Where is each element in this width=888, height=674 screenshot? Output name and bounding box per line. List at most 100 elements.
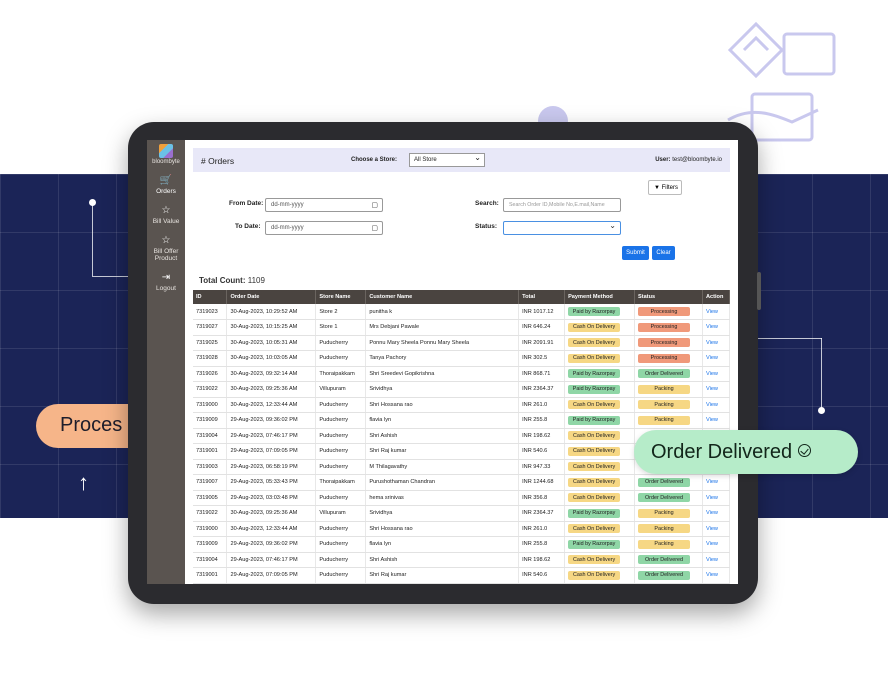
view-link[interactable]: View xyxy=(706,541,718,547)
payment-cell: Cash On Delivery xyxy=(564,428,635,444)
store-select[interactable]: All Store xyxy=(409,153,485,167)
sidebar-item-orders[interactable]: 🛒 Orders xyxy=(147,169,185,199)
connector-line-left xyxy=(92,204,93,276)
payment-badge: Cash On Delivery xyxy=(568,446,621,456)
status-badge: Packing xyxy=(638,539,690,549)
view-link[interactable]: View xyxy=(706,402,718,408)
status-badge: Packing xyxy=(638,415,690,425)
store-name: Store 1 xyxy=(315,319,367,336)
status-badge: Packing xyxy=(638,400,690,410)
order-total: INR 261.0 xyxy=(518,521,566,537)
connector-line-left-h xyxy=(92,276,130,277)
store-name: Puducherry xyxy=(315,443,367,460)
view-link[interactable]: View xyxy=(706,386,718,392)
view-link[interactable]: View xyxy=(706,572,718,578)
filter-icon: ▼ xyxy=(654,185,660,191)
column-header: Action xyxy=(702,290,731,304)
status-cell: Processing xyxy=(634,335,703,351)
payment-badge: Cash On Delivery xyxy=(568,524,621,534)
payment-badge: Paid by Razorpay xyxy=(568,384,621,394)
payment-cell: Cash On Delivery xyxy=(564,335,635,351)
status-cell: Order Delivered xyxy=(634,567,703,584)
status-cell: Packing xyxy=(634,521,703,537)
order-id: 7319026 xyxy=(193,366,228,382)
status-badge: Order Delivered xyxy=(638,369,690,379)
header-bar: # Orders Choose a Store: All Store User:… xyxy=(193,148,730,172)
order-id: 7319023 xyxy=(193,304,228,320)
order-date: 29-Aug-2023, 09:36:02 PM xyxy=(226,412,317,429)
sidebar-item-logout[interactable]: ⇥ Logout xyxy=(147,266,185,296)
payment-badge: Paid by Razorpay xyxy=(568,415,621,425)
payment-badge: Cash On Delivery xyxy=(568,570,621,580)
clear-button[interactable]: Clear xyxy=(652,246,675,260)
customer-name: Shri Raj kumar xyxy=(365,443,520,460)
order-total: INR 2364.37 xyxy=(518,381,566,398)
submit-button[interactable]: Submit xyxy=(622,246,649,260)
status-cell: Packing xyxy=(634,381,703,398)
store-select-value: All Store xyxy=(414,157,437,163)
view-link[interactable]: View xyxy=(706,309,718,315)
view-link[interactable]: View xyxy=(706,417,718,423)
payment-badge: Paid by Razorpay xyxy=(568,307,621,316)
total-count-label: Total Count: xyxy=(199,276,246,285)
action-cell: View xyxy=(702,412,731,429)
order-date: 30-Aug-2023, 09:25:36 AM xyxy=(226,505,317,522)
connector-line-right-v xyxy=(821,338,822,410)
status-badge: Processing xyxy=(638,322,690,332)
view-link[interactable]: View xyxy=(706,495,718,501)
search-label: Search: xyxy=(475,200,499,207)
store-name: Puducherry xyxy=(315,490,367,506)
check-circle-icon xyxy=(798,444,812,457)
view-link[interactable]: View xyxy=(706,324,718,330)
payment-badge: Cash On Delivery xyxy=(568,431,621,441)
from-date-input[interactable]: dd-mm-yyyy xyxy=(265,198,383,212)
column-header: Payment Method xyxy=(564,290,635,304)
payment-cell: Cash On Delivery xyxy=(564,490,635,506)
sidebar-item-bill-offer-product[interactable]: ☆ Bill Offer Product xyxy=(147,229,185,266)
payment-cell: Cash On Delivery xyxy=(564,397,635,413)
customer-name: Shri Raj kumar xyxy=(365,567,520,584)
order-total: INR 302.5 xyxy=(518,350,566,367)
view-link[interactable]: View xyxy=(706,557,718,563)
view-link[interactable]: View xyxy=(706,340,718,346)
status-select[interactable] xyxy=(503,221,621,235)
store-name: Villupuram xyxy=(315,505,367,522)
order-total: INR 255.8 xyxy=(518,536,566,553)
user-label: User: xyxy=(655,157,671,163)
view-link[interactable]: View xyxy=(706,371,718,377)
status-cell: Packing xyxy=(634,412,703,429)
table-row: 7319000 30-Aug-2023, 12:33:44 AM Puducherr… xyxy=(193,521,731,537)
table-row: 7319001 29-Aug-2023, 07:09:05 PM Puducherr… xyxy=(193,567,731,584)
action-cell: View xyxy=(702,304,731,320)
payment-cell: Cash On Delivery xyxy=(564,319,635,336)
store-name: Puducherry xyxy=(315,567,367,584)
order-id: 7319003 xyxy=(193,459,228,475)
filters-button[interactable]: ▼ Filters xyxy=(648,180,682,195)
view-link[interactable]: View xyxy=(706,526,718,532)
view-link[interactable]: View xyxy=(706,355,718,361)
customer-name: Shri Sreedevi Gopikrishna xyxy=(365,366,520,382)
sidebar-item-bill-value[interactable]: ☆ Bill Value xyxy=(147,199,185,229)
store-name: Puducherry xyxy=(315,397,367,413)
from-date-value: dd-mm-yyyy xyxy=(271,202,304,208)
payment-badge: Cash On Delivery xyxy=(568,477,621,487)
status-badge: Processing xyxy=(638,353,690,363)
column-header: Total xyxy=(518,290,566,304)
payment-badge: Cash On Delivery xyxy=(568,400,621,410)
table-row: 7319009 29-Aug-2023, 09:36:02 PM Puducherr… xyxy=(193,412,731,429)
to-date-input[interactable]: dd-mm-yyyy xyxy=(265,221,383,235)
action-cell: View xyxy=(702,552,731,568)
view-link[interactable]: View xyxy=(706,479,718,485)
payment-cell: Cash On Delivery xyxy=(564,552,635,568)
order-total: INR 1244.68 xyxy=(518,474,566,491)
curved-arrow-icon: ↑ xyxy=(78,470,89,495)
table-row: 7319000 30-Aug-2023, 12:33:44 AM Puducherr… xyxy=(193,397,731,413)
order-date: 29-Aug-2023, 09:36:02 PM xyxy=(226,536,317,553)
search-input[interactable]: Search Order ID,Mobile No,E.mail,Name xyxy=(503,198,621,212)
status-badge: Order Delivered xyxy=(638,555,690,565)
status-badge: Order Delivered xyxy=(638,493,690,503)
store-name: Puducherry xyxy=(315,536,367,553)
payment-badge: Cash On Delivery xyxy=(568,322,621,332)
payment-badge: Paid by Razorpay xyxy=(568,508,621,518)
view-link[interactable]: View xyxy=(706,510,718,516)
